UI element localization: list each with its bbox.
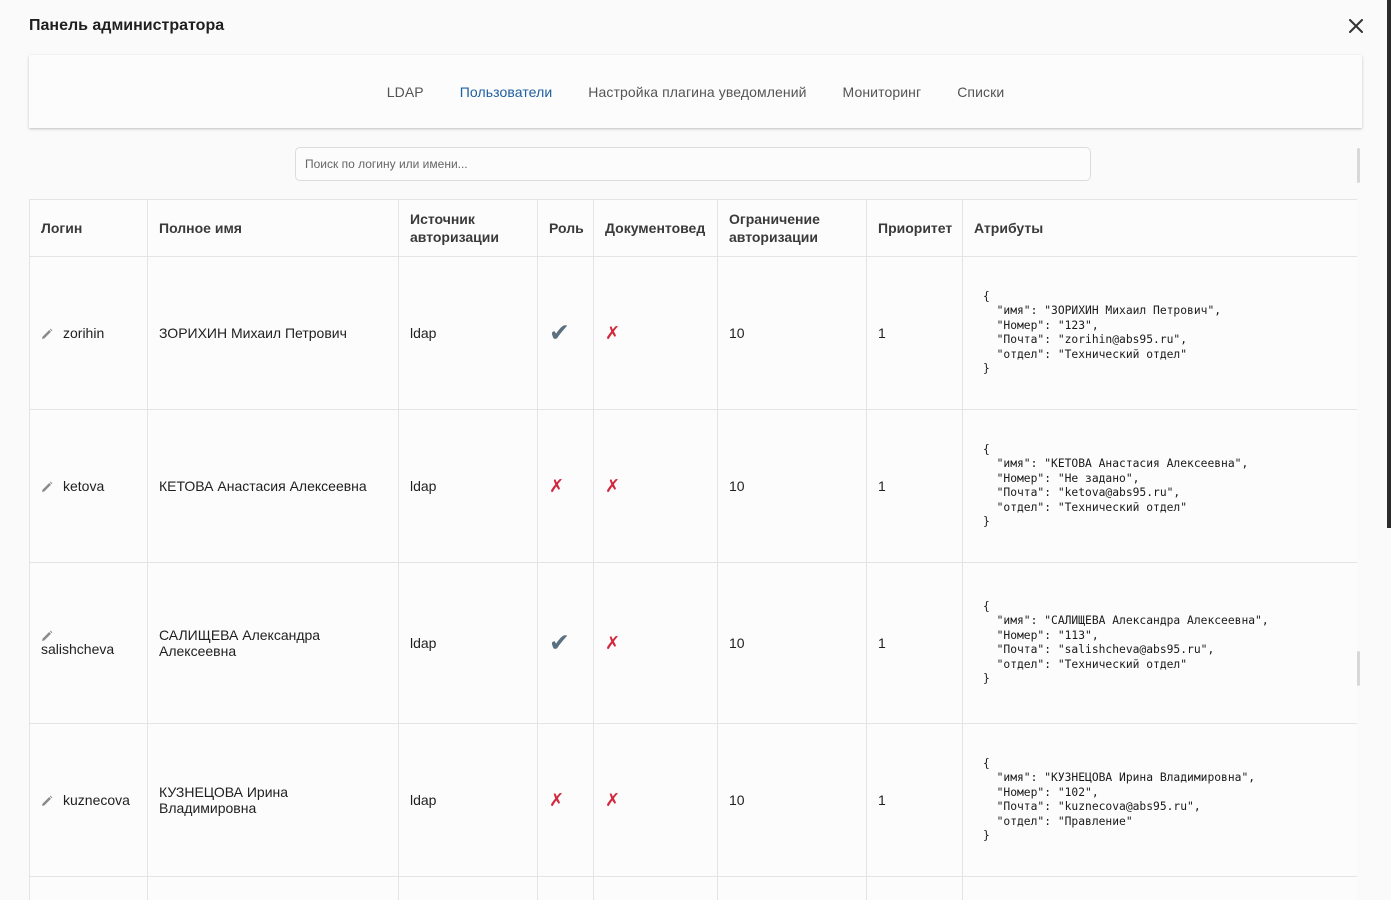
auth-limit-cell: 10 (717, 723, 867, 877)
attributes-cell: { "имя": "КЕТОВА Анастасия Алексеевна", … (962, 409, 1357, 563)
search-input[interactable] (295, 147, 1091, 181)
page-scrollbar[interactable] (1387, 0, 1391, 528)
cross-icon: ✗ (605, 790, 621, 810)
tab-users[interactable]: Пользователи (460, 84, 553, 100)
login-value: ketova (63, 478, 105, 494)
tab-ldap[interactable]: LDAP (387, 84, 424, 100)
doc-manager-cell: ✗ (593, 723, 718, 877)
auth-source-cell: ldap (398, 562, 538, 724)
login-cell: ketova (29, 409, 148, 563)
role-cell: ✗ (537, 409, 594, 563)
header-auth-limit[interactable]: Ограничение авторизации (717, 199, 867, 257)
attributes-json: { "имя": "КУЗНЕЦОВА Ирина Владимировна",… (983, 756, 1256, 843)
dialog-title: Панель администратора (29, 17, 225, 34)
priority-cell: 1 (866, 256, 963, 410)
attributes-cell: { "имя": "САЛИЩЕВА Александра Алексеевна… (962, 562, 1357, 724)
attributes-cell: { "имя": "КУЗНЕЦОВА Ирина Владимировна",… (962, 723, 1357, 877)
empty-cell (866, 876, 963, 900)
users-table-container: Логин Полное имя Источник авторизации Ро… (29, 199, 1357, 900)
doc-manager-cell: ✗ (593, 256, 718, 410)
priority-cell: 1 (866, 723, 963, 877)
priority-cell: 1 (866, 409, 963, 563)
auth-source-cell: ldap (398, 256, 538, 410)
search-scrollbar[interactable] (1357, 148, 1360, 183)
pencil-icon[interactable] (41, 327, 53, 339)
pencil-icon[interactable] (41, 629, 53, 641)
table-row: ketova КЕТОВА Анастасия Алексеевна ldap … (29, 409, 1357, 563)
tabs-bar: LDAP Пользователи Настройка плагина увед… (29, 55, 1362, 128)
table-row: kuznecova КУЗНЕЦОВА Ирина Владимировна l… (29, 723, 1357, 877)
table-scrollbar[interactable] (1357, 651, 1360, 686)
attributes-json: { "имя": "САЛИЩЕВА Александра Алексеевна… (983, 599, 1269, 686)
full-name-cell: ЗОРИХИН Михаил Петрович (147, 256, 399, 410)
empty-cell (717, 876, 867, 900)
login-cell: kuznecova (29, 723, 148, 877)
doc-manager-cell: ✗ (593, 409, 718, 563)
checkmark-icon: ✔ (549, 318, 570, 347)
empty-cell (537, 876, 594, 900)
auth-limit-cell: 10 (717, 409, 867, 563)
cross-icon: ✗ (605, 633, 621, 653)
checkmark-icon: ✔ (549, 628, 570, 657)
close-icon (1349, 19, 1363, 33)
full-name-cell: САЛИЩЕВА Александра Алексеевна (147, 562, 399, 724)
attributes-cell: { "имя": "ЗОРИХИН Михаил Петрович", "Ном… (962, 256, 1357, 410)
pencil-icon[interactable] (41, 480, 53, 492)
table-header-row: Логин Полное имя Источник авторизации Ро… (29, 199, 1357, 257)
login-cell: zorihin (29, 256, 148, 410)
auth-source-cell: ldap (398, 723, 538, 877)
login-cell: salishcheva (29, 562, 148, 724)
tab-notification-plugin[interactable]: Настройка плагина уведомлений (588, 84, 806, 100)
header-priority[interactable]: Приоритет (866, 199, 963, 257)
empty-cell (29, 876, 148, 900)
role-cell: ✔ (537, 562, 594, 724)
auth-limit-cell: 10 (717, 256, 867, 410)
cross-icon: ✗ (549, 790, 565, 810)
auth-limit-cell: 10 (717, 562, 867, 724)
auth-source-cell: ldap (398, 409, 538, 563)
empty-cell (147, 876, 399, 900)
empty-cell (962, 876, 1357, 900)
pencil-icon[interactable] (41, 794, 53, 806)
cross-icon: ✗ (605, 323, 621, 343)
empty-cell (593, 876, 718, 900)
tab-monitoring[interactable]: Мониторинг (843, 84, 922, 100)
attributes-json: { "имя": "ЗОРИХИН Михаил Петрович", "Ном… (983, 289, 1222, 376)
table-row (29, 876, 1357, 900)
cross-icon: ✗ (549, 476, 565, 496)
table-row: zorihin ЗОРИХИН Михаил Петрович ldap ✔ ✗… (29, 256, 1357, 410)
role-cell: ✔ (537, 256, 594, 410)
header-attributes[interactable]: Атрибуты (962, 199, 1357, 257)
login-value: kuznecova (63, 792, 130, 808)
cross-icon: ✗ (605, 476, 621, 496)
tab-lists[interactable]: Списки (957, 84, 1004, 100)
header-role[interactable]: Роль (537, 199, 594, 257)
full-name-cell: КЕТОВА Анастасия Алексеевна (147, 409, 399, 563)
doc-manager-cell: ✗ (593, 562, 718, 724)
full-name-cell: КУЗНЕЦОВА Ирина Владимировна (147, 723, 399, 877)
header-login[interactable]: Логин (29, 199, 148, 257)
header-auth-source[interactable]: Источник авторизации (398, 199, 538, 257)
table-row: salishcheva САЛИЩЕВА Александра Алексеев… (29, 562, 1357, 724)
priority-cell: 1 (866, 562, 963, 724)
close-button[interactable] (1344, 14, 1368, 38)
login-value: salishcheva (41, 641, 115, 657)
role-cell: ✗ (537, 723, 594, 877)
header-doc-manager[interactable]: Документовед (593, 199, 718, 257)
empty-cell (398, 876, 538, 900)
header-full-name[interactable]: Полное имя (147, 199, 399, 257)
users-table: Логин Полное имя Источник авторизации Ро… (29, 199, 1357, 900)
attributes-json: { "имя": "КЕТОВА Анастасия Алексеевна", … (983, 442, 1249, 529)
login-value: zorihin (63, 325, 105, 341)
